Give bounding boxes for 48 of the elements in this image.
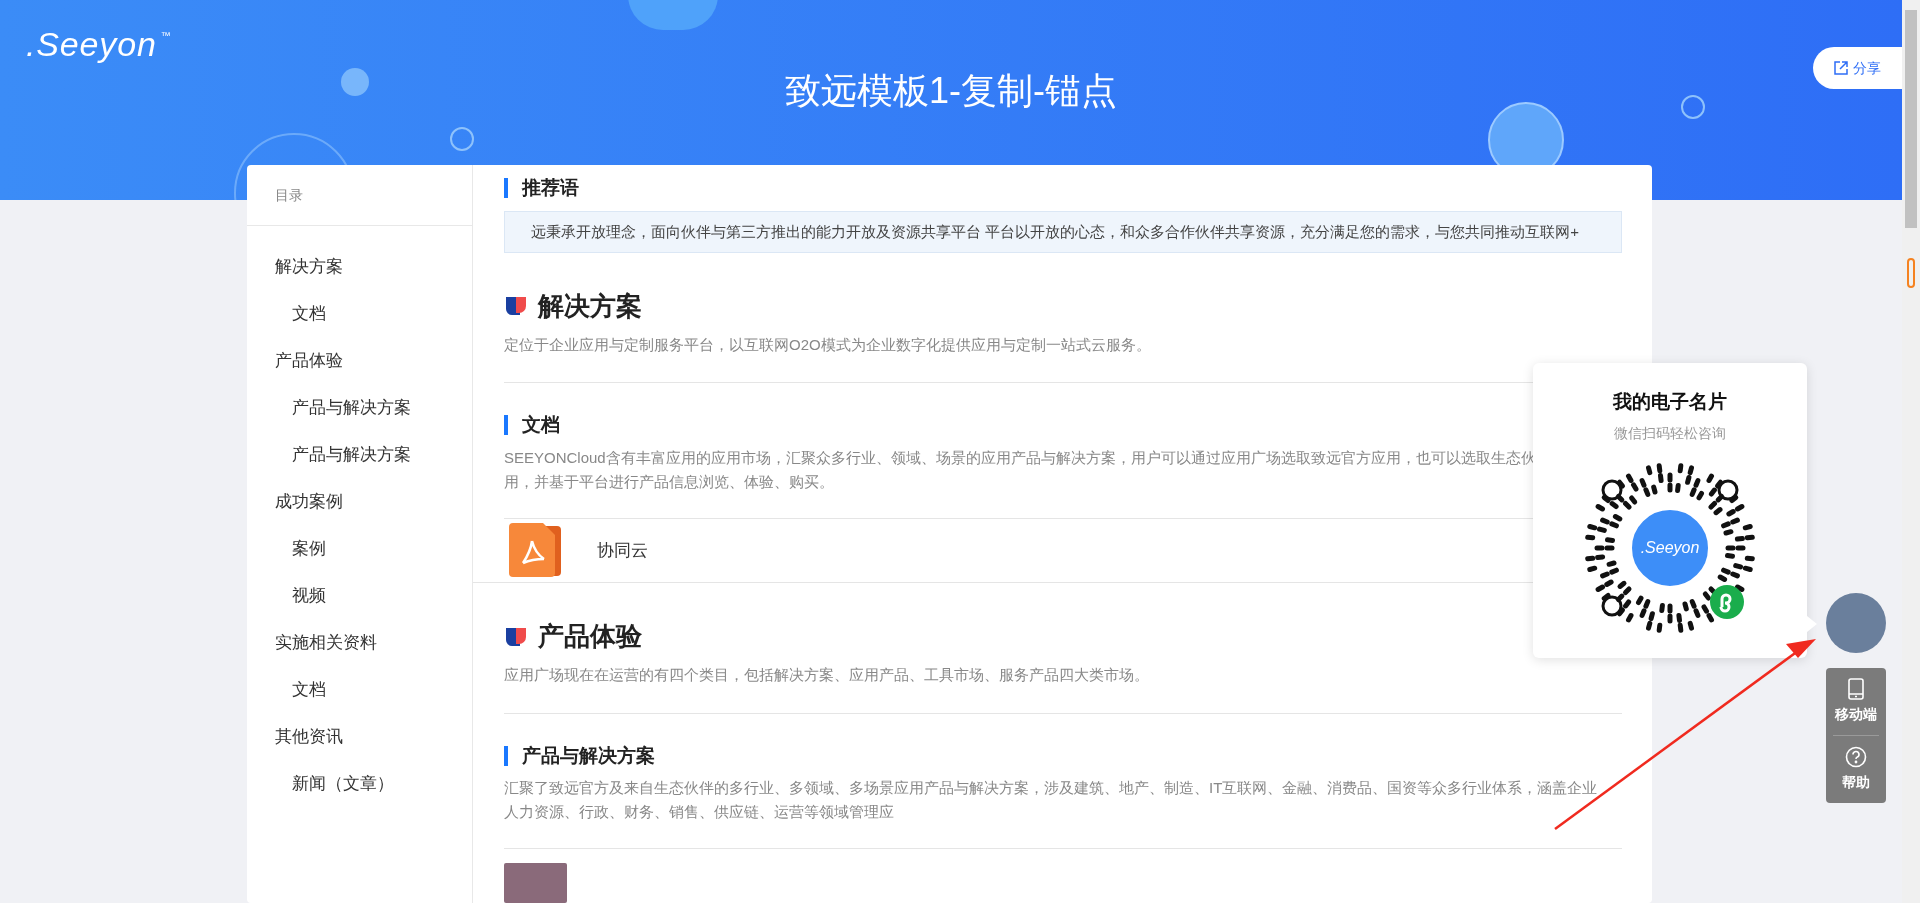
sidebar-subitem[interactable]: 新闻（文章）: [247, 760, 472, 807]
sidebar-subitem[interactable]: 产品与解决方案: [247, 384, 472, 431]
sidebar-subitem[interactable]: 视频: [247, 572, 472, 619]
heading-bar: [504, 745, 508, 766]
section-description: 应用广场现在在运营的有四个类目，包括解决方案、应用产品、工具市场、服务产品四大类市场。: [504, 665, 1150, 685]
qr-logo: .Seeyon: [1640, 537, 1700, 558]
pdf-file-icon: [509, 523, 561, 578]
bubble-drawing: [341, 68, 369, 96]
file-name[interactable]: 协同云: [597, 537, 648, 564]
sidebar-subitem[interactable]: 文档: [247, 666, 472, 713]
card-title: 我的电子名片: [1613, 390, 1727, 414]
photo-placeholder: [504, 863, 567, 903]
sidebar-item[interactable]: 实施相关资料: [247, 619, 472, 666]
page-title: 致远模板1-复制-锚点: [785, 69, 1117, 113]
bubble-drawing: [450, 127, 474, 151]
sidebar-subitem[interactable]: 产品与解决方案: [247, 431, 472, 478]
share-button[interactable]: 分享: [1813, 47, 1902, 89]
sidebar-item[interactable]: 其他资讯: [247, 713, 472, 760]
section-heading: 产品体验: [538, 620, 642, 653]
section-subheading: 推荐语: [522, 175, 579, 200]
logo: .Seeyon: [26, 24, 158, 65]
scrollbar-thumb[interactable]: [1905, 10, 1917, 228]
phone-icon: [1847, 678, 1865, 700]
sidebar-item[interactable]: 解决方案: [247, 243, 472, 290]
scrollbar[interactable]: [1902, 0, 1920, 903]
heading-bar: [504, 415, 508, 436]
section-description: 汇聚了致远官方及来自生态伙伴的多行业、多领域、多场景应用产品与解决方案，涉及建筑、地产、制造、IT互联网、金融、消费品、国资等众多行业体系，涵盖企业人力资源、行政、财务、销售、供应链、运营等领域管理应: [504, 778, 1599, 822]
mini-program-icon: [1710, 584, 1744, 619]
section-subheading: 文档: [522, 413, 560, 438]
sidebar-subitem[interactable]: 案例: [247, 525, 472, 572]
bubble-drawing: [1681, 95, 1705, 119]
section-heading: 解决方案: [538, 289, 642, 323]
avatar[interactable]: [1826, 593, 1886, 653]
sidebar-title: 目录: [275, 185, 303, 205]
quote-panel: 远秉承开放理念，面向伙伴与第三方推出的能力开放及资源共享平台 平台以开放的心态，和众多合作伙伴共享资源，充分满足您的需求，与您共同推动互联网+: [504, 211, 1622, 253]
tool-button[interactable]: 帮助: [1833, 736, 1879, 803]
section-subheading: 产品与解决方案: [522, 743, 655, 768]
share-icon: [1833, 60, 1849, 76]
sidebar-subitem[interactable]: 文档: [247, 290, 472, 337]
tool-button[interactable]: 移动端: [1833, 668, 1879, 735]
help-icon: [1845, 746, 1867, 768]
trademark-mark: ™: [160, 30, 171, 42]
card-subtitle: 微信扫码轻松咨询: [1614, 423, 1726, 443]
sidebar-item[interactable]: 成功案例: [247, 478, 472, 525]
section-description: 定位于企业应用与定制服务平台，以互联网O2O模式为企业数字化提供应用与定制一站式云服务。: [504, 334, 1152, 355]
sidebar-item[interactable]: 产品体验: [247, 337, 472, 384]
heading-bar: [504, 178, 508, 199]
scroll-marker: [1907, 258, 1915, 288]
